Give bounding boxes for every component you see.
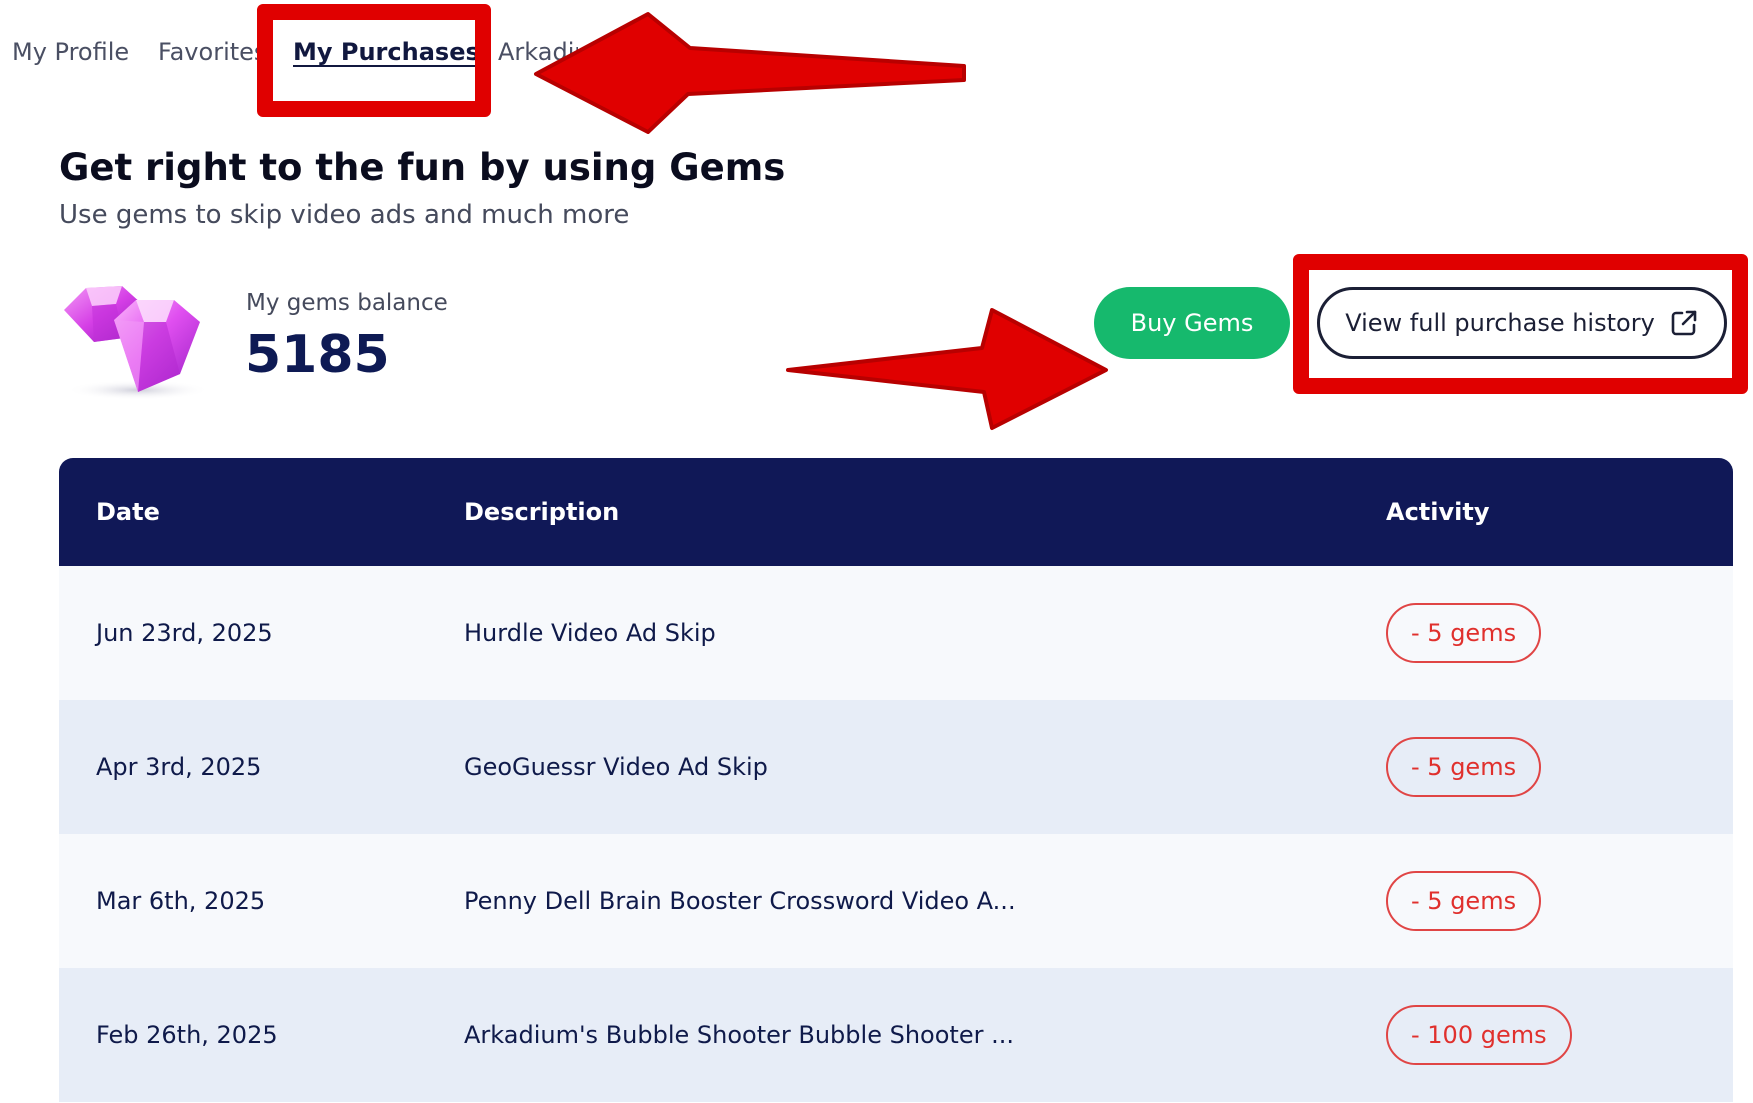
view-purchase-history-label: View full purchase history <box>1345 309 1655 337</box>
activity-badge: - 100 gems <box>1386 1005 1572 1065</box>
row-description: Penny Dell Brain Booster Crossword Video… <box>464 887 1016 915</box>
view-purchase-history-button[interactable]: View full purchase history <box>1317 287 1727 359</box>
row-date: Jun 23rd, 2025 <box>96 619 273 647</box>
page-title: Get right to the fun by using Gems <box>59 146 786 189</box>
page-subtitle: Use gems to skip video ads and much more <box>59 200 630 230</box>
table-row: Mar 6th, 2025 Penny Dell Brain Booster C… <box>59 834 1733 968</box>
row-description: GeoGuessr Video Ad Skip <box>464 753 768 781</box>
activity-badge: - 5 gems <box>1386 871 1542 931</box>
gems-icon <box>64 286 210 400</box>
purchase-table: Date Description Activity Jun 23rd, 2025… <box>59 458 1733 1103</box>
row-date: Feb 26th, 2025 <box>96 1021 278 1049</box>
buy-gems-button[interactable]: Buy Gems <box>1094 287 1290 359</box>
column-header-activity: Activity <box>1386 498 1490 526</box>
row-date: Apr 3rd, 2025 <box>96 753 262 781</box>
gems-balance-label: My gems balance <box>246 290 448 316</box>
tab-arkadium[interactable]: Arkadium <box>498 38 578 66</box>
row-description: Hurdle Video Ad Skip <box>464 619 716 647</box>
column-header-description: Description <box>464 498 620 526</box>
table-row: Feb 26th, 2025 Arkadium's Bubble Shooter… <box>59 968 1733 1102</box>
buy-gems-label: Buy Gems <box>1130 309 1254 337</box>
tab-my-purchases[interactable]: My Purchases <box>293 38 480 66</box>
activity-badge: - 5 gems <box>1386 603 1542 663</box>
external-link-icon <box>1671 310 1697 336</box>
annotation-arrow-left-icon <box>534 12 966 134</box>
gems-balance-value: 5185 <box>245 325 390 385</box>
tab-favorites[interactable]: Favorites <box>158 38 268 66</box>
row-date: Mar 6th, 2025 <box>96 887 266 915</box>
row-description: Arkadium's Bubble Shooter Bubble Shooter… <box>464 1021 1014 1049</box>
tab-my-profile[interactable]: My Profile <box>12 38 129 66</box>
column-header-date: Date <box>96 498 160 526</box>
table-header: Date Description Activity <box>59 458 1733 566</box>
activity-badge: - 5 gems <box>1386 737 1542 797</box>
table-row: Apr 3rd, 2025 GeoGuessr Video Ad Skip - … <box>59 700 1733 834</box>
table-row: Jun 23rd, 2025 Hurdle Video Ad Skip - 5 … <box>59 566 1733 700</box>
annotation-arrow-right-icon <box>786 308 1108 430</box>
